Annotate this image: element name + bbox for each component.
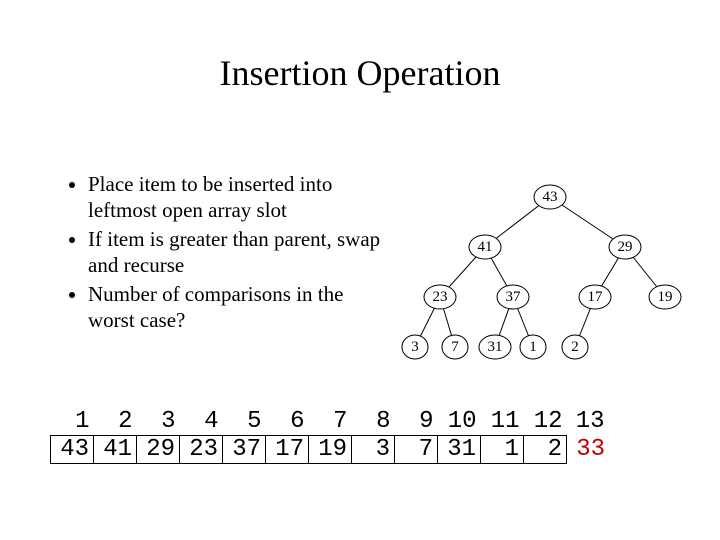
tree-node-8: 3 — [411, 339, 419, 355]
heap-tree-diagram: 43 41 29 23 37 17 19 3 7 31 1 2 — [400, 170, 700, 380]
tree-node-12: 2 — [571, 339, 579, 355]
arr-val: 37 — [223, 436, 266, 464]
tree-node-2: 41 — [478, 239, 493, 255]
arr-val: 43 — [51, 436, 94, 464]
slide-title: Insertion Operation — [0, 0, 720, 94]
arr-val: 23 — [180, 436, 223, 464]
array-table: 1 2 3 4 5 6 7 8 9 10 11 12 13 43 41 29 2… — [50, 408, 610, 464]
tree-node-9: 7 — [451, 339, 459, 355]
arr-idx: 11 — [481, 408, 524, 436]
arr-idx: 12 — [524, 408, 567, 436]
tree-node-3: 29 — [618, 239, 633, 255]
arr-val: 41 — [94, 436, 137, 464]
tree-node-5: 37 — [506, 289, 522, 305]
arr-val-new: 33 — [567, 436, 610, 464]
bullet-3: Number of comparisons in the worst case? — [88, 282, 388, 333]
arr-val: 3 — [352, 436, 395, 464]
tree-node-6: 17 — [588, 289, 604, 305]
arr-val: 19 — [309, 436, 352, 464]
arr-val: 7 — [395, 436, 438, 464]
arr-idx: 10 — [438, 408, 481, 436]
arr-idx: 5 — [223, 408, 266, 436]
arr-val: 29 — [137, 436, 180, 464]
arr-idx: 13 — [567, 408, 610, 436]
bullet-1: Place item to be inserted into leftmost … — [88, 172, 388, 223]
tree-node-7: 19 — [658, 289, 673, 305]
arr-idx: 8 — [352, 408, 395, 436]
arr-val: 2 — [524, 436, 567, 464]
tree-node-11: 1 — [529, 339, 537, 355]
arr-idx: 2 — [94, 408, 137, 436]
arr-val: 31 — [438, 436, 481, 464]
arr-val: 1 — [481, 436, 524, 464]
bullet-2: If item is greater than parent, swap and… — [88, 227, 388, 278]
tree-node-4: 23 — [433, 289, 448, 305]
tree-node-10: 31 — [488, 339, 503, 355]
arr-idx: 1 — [51, 408, 94, 436]
arr-idx: 7 — [309, 408, 352, 436]
arr-val: 17 — [266, 436, 309, 464]
arr-idx: 6 — [266, 408, 309, 436]
arr-idx: 3 — [137, 408, 180, 436]
arr-idx: 9 — [395, 408, 438, 436]
tree-node-1: 43 — [543, 189, 558, 205]
arr-idx: 4 — [180, 408, 223, 436]
bullet-list: Place item to be inserted into leftmost … — [68, 172, 388, 338]
